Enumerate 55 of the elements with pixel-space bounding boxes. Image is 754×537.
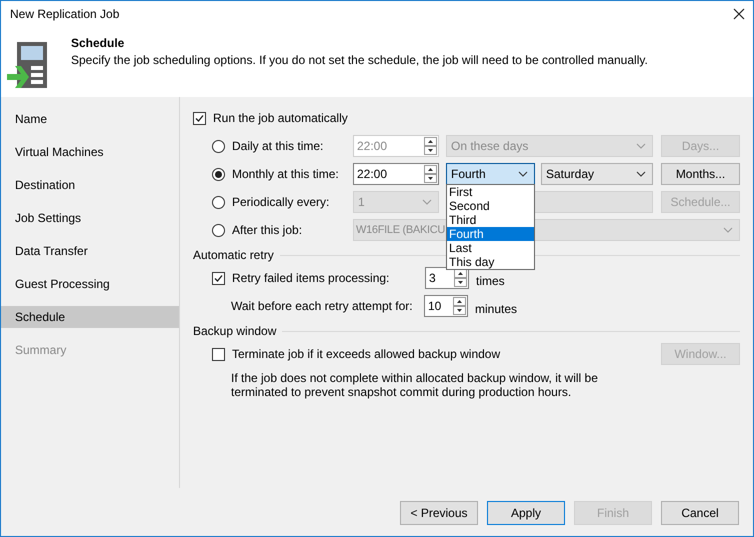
unit-label: times (476, 274, 505, 288)
spin-arrows-icon[interactable] (424, 165, 437, 183)
description-text: If the job does not complete within allocated backup window, it will be terminated to prevent snapshot commit during production hours. (231, 371, 599, 399)
checkbox[interactable] (212, 348, 225, 360)
sidebar-item[interactable]: Schedule (1, 306, 179, 328)
section-title: Backup window (193, 324, 276, 338)
week-dropdown[interactable]: Fourth (446, 163, 535, 185)
weekday-dropdown[interactable]: Saturday (541, 163, 653, 185)
chevron-icon (518, 171, 528, 177)
header-title: Schedule (71, 36, 126, 50)
chevron-icon (422, 199, 432, 205)
window-title: New Replication Job (10, 6, 120, 20)
wait-field[interactable]: 10 (424, 295, 468, 317)
dropdown-option[interactable]: Second (447, 199, 534, 213)
radio-label: Daily at this time: (232, 139, 324, 153)
dialog-button[interactable]: Apply (487, 501, 565, 525)
section-title: Automatic retry (193, 248, 274, 262)
schedule-button[interactable]: Months... (661, 163, 740, 185)
radio-button[interactable] (212, 196, 225, 208)
unit-label: minutes (475, 302, 518, 316)
dropdown-option[interactable]: This day (447, 255, 534, 269)
sidebar-item[interactable]: Virtual Machines (1, 141, 179, 163)
spin-arrows-icon[interactable] (424, 137, 437, 155)
radio-button[interactable] (212, 140, 225, 152)
retry-count-field[interactable]: 3 (425, 267, 469, 289)
spin-arrows-icon[interactable] (453, 297, 466, 315)
radio-button[interactable] (212, 224, 225, 236)
sidebar-item[interactable]: Guest Processing (1, 273, 179, 295)
close-icon[interactable] (733, 8, 745, 20)
dropdown-option[interactable]: Fourth (447, 227, 534, 241)
sidebar-item[interactable]: Name (1, 108, 179, 130)
spin-arrows-icon[interactable] (454, 269, 467, 287)
chevron-icon (636, 171, 646, 177)
dialog-button[interactable]: Cancel (661, 501, 739, 525)
chevron-icon (723, 227, 733, 233)
dropdown-option[interactable]: First (447, 185, 534, 199)
checkbox-label: Retry failed items processing: (232, 271, 390, 285)
chevron-icon (636, 143, 646, 149)
radio-button[interactable] (212, 168, 225, 180)
sidebar-item[interactable]: Data Transfer (1, 240, 179, 262)
time-field[interactable]: 22:00 (353, 163, 439, 185)
header-description: Specify the job scheduling options. If you do not set the schedule, the job will need to be controlled manually. (71, 53, 648, 67)
sidebar-item[interactable]: Job Settings (1, 207, 179, 229)
checkbox[interactable] (212, 272, 225, 284)
checkbox-label: Run the job automatically (213, 111, 348, 125)
sidebar-item[interactable]: Destination (1, 174, 179, 196)
dropdown-option[interactable]: Last (447, 241, 534, 255)
checkbox-label: Terminate job if it exceeds allowed backup window (232, 347, 500, 361)
dialog-button[interactable]: < Previous (400, 501, 478, 525)
radio-label: After this job: (232, 223, 304, 237)
time-field[interactable]: 22:00 (353, 135, 439, 157)
radio-label: Monthly at this time: (232, 167, 340, 181)
checkbox[interactable] (193, 112, 206, 124)
wait-label: Wait before each retry attempt for: (230, 299, 414, 313)
radio-label: Periodically every: (232, 195, 330, 209)
